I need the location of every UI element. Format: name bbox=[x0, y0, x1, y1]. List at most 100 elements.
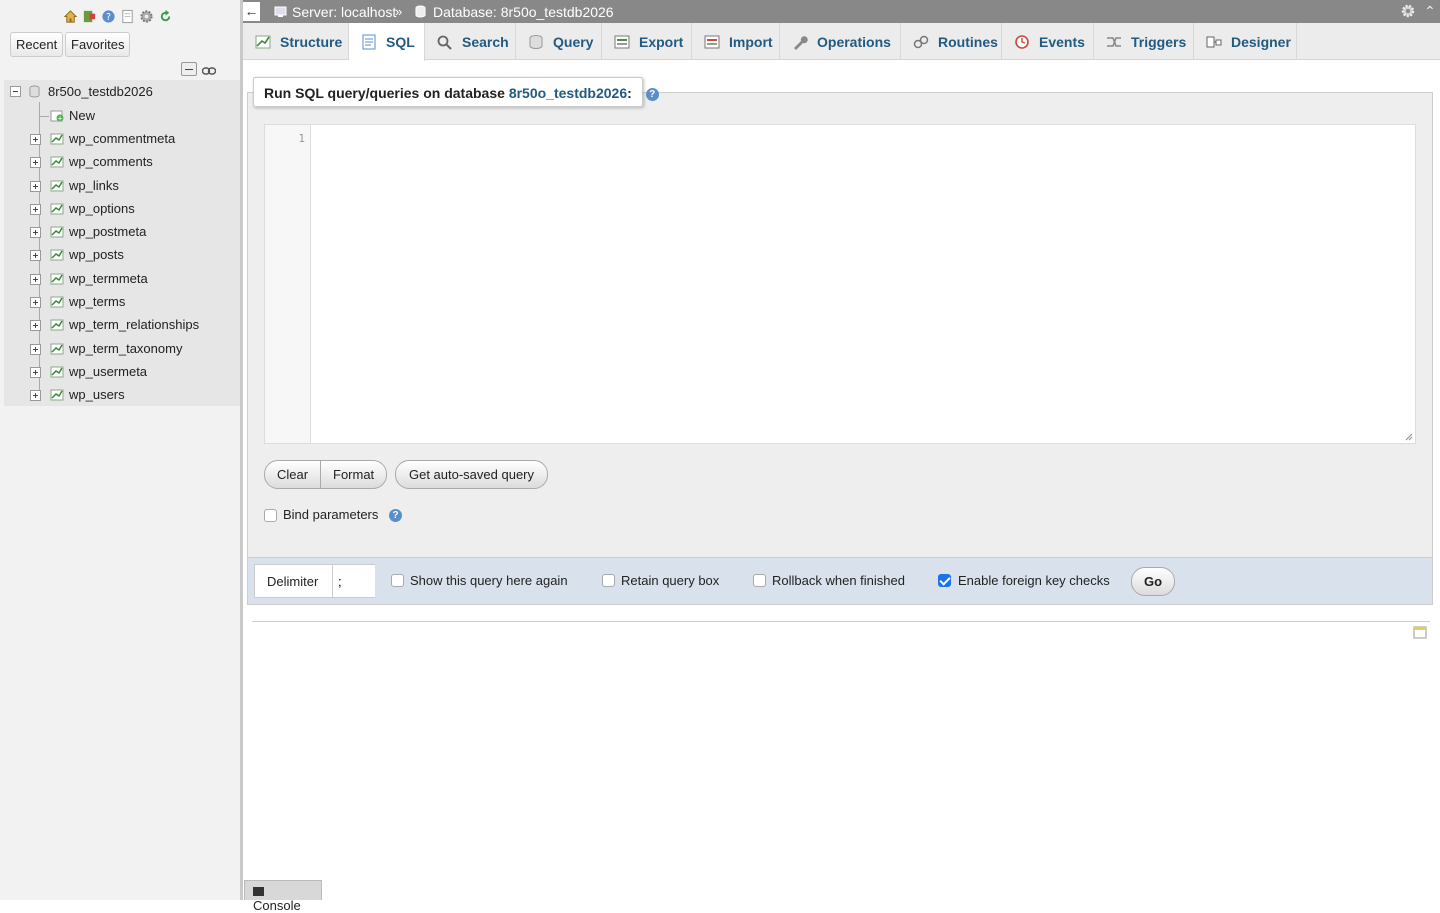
help-icon[interactable]: ? bbox=[100, 8, 116, 24]
delimiter-input[interactable] bbox=[332, 565, 375, 597]
table-name[interactable]: wp_postmeta bbox=[69, 224, 146, 239]
notes-icon[interactable] bbox=[1413, 626, 1427, 639]
database-name[interactable]: 8r50o_testdb2026 bbox=[48, 84, 153, 99]
foreign-key-checks-checkbox[interactable] bbox=[938, 574, 951, 587]
tab-triggers[interactable]: Triggers bbox=[1094, 23, 1194, 60]
page-settings-icon[interactable] bbox=[1400, 3, 1416, 19]
table-name[interactable]: wp_posts bbox=[69, 247, 124, 262]
breadcrumb-separator: » bbox=[395, 4, 403, 19]
tab-label: Export bbox=[639, 33, 684, 50]
clear-button[interactable]: Clear bbox=[264, 460, 321, 489]
tree-table-row[interactable]: wp_terms bbox=[4, 291, 240, 313]
resize-grip-icon[interactable] bbox=[1405, 433, 1413, 441]
tab-designer[interactable]: Designer bbox=[1194, 23, 1297, 60]
expand-table-icon[interactable] bbox=[30, 157, 41, 168]
tree-table-row[interactable]: wp_term_taxonomy bbox=[4, 338, 240, 360]
expand-table-icon[interactable] bbox=[30, 367, 41, 378]
help-icon[interactable]: ? bbox=[645, 87, 659, 101]
tree-table-row[interactable]: wp_posts bbox=[4, 244, 240, 266]
expand-table-icon[interactable] bbox=[30, 134, 41, 145]
expand-table-icon[interactable] bbox=[30, 274, 41, 285]
link-with-main-panel-icon[interactable] bbox=[201, 64, 217, 75]
tree-table-row[interactable]: wp_users bbox=[4, 384, 240, 406]
go-button[interactable]: Go bbox=[1131, 567, 1175, 596]
panel-resizer[interactable] bbox=[240, 0, 243, 900]
expand-table-icon[interactable] bbox=[30, 344, 41, 355]
logout-icon[interactable] bbox=[81, 8, 97, 24]
expand-table-icon[interactable] bbox=[30, 297, 41, 308]
home-icon[interactable] bbox=[62, 8, 78, 24]
table-name[interactable]: wp_commentmeta bbox=[69, 131, 175, 146]
retain-query-box-checkbox[interactable] bbox=[602, 574, 615, 587]
table-name[interactable]: wp_comments bbox=[69, 154, 153, 169]
tab-query[interactable]: Query bbox=[516, 23, 602, 60]
tree-table-row[interactable]: wp_term_relationships bbox=[4, 314, 240, 336]
collapse-database-icon[interactable] bbox=[10, 86, 21, 97]
breadcrumb-database[interactable]: Database: 8r50o_testdb2026 bbox=[433, 4, 614, 20]
sql-query-editor[interactable]: 1 bbox=[264, 124, 1416, 444]
tree-table-row[interactable]: wp_options bbox=[4, 198, 240, 220]
tab-import[interactable]: Import bbox=[692, 23, 780, 60]
expand-table-icon[interactable] bbox=[30, 227, 41, 238]
tree-table-row[interactable]: wp_links bbox=[4, 175, 240, 197]
collapse-all-icon[interactable] bbox=[181, 62, 197, 76]
tab-search[interactable]: Search bbox=[425, 23, 516, 60]
console-tab[interactable]: Console bbox=[244, 880, 322, 913]
docs-icon[interactable] bbox=[119, 8, 135, 24]
tab-routines[interactable]: Routines bbox=[901, 23, 1002, 60]
tab-sql[interactable]: SQL bbox=[349, 23, 425, 61]
tree-table-row[interactable]: wp_usermeta bbox=[4, 361, 240, 383]
expand-table-icon[interactable] bbox=[30, 204, 41, 215]
table-name[interactable]: wp_term_taxonomy bbox=[69, 341, 182, 356]
tab-export[interactable]: Export bbox=[602, 23, 692, 60]
rollback-checkbox[interactable] bbox=[753, 574, 766, 587]
table-icon bbox=[50, 296, 64, 308]
show-query-again-label[interactable]: Show this query here again bbox=[410, 573, 568, 588]
tree-database-row[interactable]: 8r50o_testdb2026 bbox=[4, 81, 240, 103]
table-name[interactable]: wp_links bbox=[69, 178, 119, 193]
legend-database-link[interactable]: 8r50o_testdb2026 bbox=[509, 85, 627, 101]
table-name[interactable]: wp_terms bbox=[69, 294, 125, 309]
show-query-again-checkbox[interactable] bbox=[391, 574, 404, 587]
collapse-topbar-icon[interactable]: ⌃ bbox=[1423, 3, 1437, 19]
settings-icon[interactable] bbox=[138, 8, 154, 24]
tab-events[interactable]: Events bbox=[1002, 23, 1094, 60]
tab-operations[interactable]: Operations bbox=[780, 23, 901, 60]
recent-button[interactable]: Recent bbox=[10, 32, 64, 57]
bind-parameters-label[interactable]: Bind parameters bbox=[283, 507, 378, 522]
tree-table-row[interactable]: wp_comments bbox=[4, 151, 240, 173]
tree-table-row[interactable]: wp_postmeta bbox=[4, 221, 240, 243]
expand-table-icon[interactable] bbox=[30, 181, 41, 192]
expand-table-icon[interactable] bbox=[30, 250, 41, 261]
help-icon[interactable]: ? bbox=[389, 509, 402, 522]
tab-label: SQL bbox=[386, 34, 415, 50]
bind-parameters-checkbox[interactable] bbox=[264, 509, 277, 522]
reload-icon[interactable] bbox=[157, 8, 173, 24]
retain-query-box-label[interactable]: Retain query box bbox=[621, 573, 719, 588]
tab-label: Import bbox=[729, 33, 773, 50]
format-button[interactable]: Format bbox=[320, 460, 387, 489]
foreign-key-checks-label[interactable]: Enable foreign key checks bbox=[958, 573, 1110, 588]
table-name[interactable]: wp_term_relationships bbox=[69, 317, 199, 332]
tree-table-row[interactable]: wp_commentmeta bbox=[4, 128, 240, 150]
rollback-label[interactable]: Rollback when finished bbox=[772, 573, 905, 588]
expand-table-icon[interactable] bbox=[30, 320, 41, 331]
export-icon bbox=[614, 35, 630, 48]
tree-new-row[interactable]: + New bbox=[4, 105, 240, 127]
table-name[interactable]: wp_usermeta bbox=[69, 364, 147, 379]
table-name[interactable]: wp_options bbox=[69, 201, 135, 216]
tree-table-row[interactable]: wp_termmeta bbox=[4, 268, 240, 290]
expand-table-icon[interactable] bbox=[30, 390, 41, 401]
back-arrow-icon[interactable]: ← bbox=[243, 2, 260, 21]
breadcrumb-server[interactable]: Server: localhost bbox=[292, 4, 396, 20]
tab-bar: Structure SQL Search Query Export Import… bbox=[243, 23, 1440, 61]
table-name[interactable]: wp_termmeta bbox=[69, 271, 148, 286]
breadcrumb: ← Server: localhost » Database: 8r50o_te… bbox=[243, 0, 1440, 23]
get-auto-saved-query-button[interactable]: Get auto-saved query bbox=[395, 460, 548, 489]
tab-structure[interactable]: Structure bbox=[243, 23, 349, 60]
favorites-button[interactable]: Favorites bbox=[65, 32, 131, 57]
new-table-link[interactable]: New bbox=[69, 108, 95, 123]
tree-connector bbox=[39, 116, 49, 117]
table-name[interactable]: wp_users bbox=[69, 387, 125, 402]
database-tree: 8r50o_testdb2026 + New wp_commentmeta wp… bbox=[4, 80, 240, 406]
